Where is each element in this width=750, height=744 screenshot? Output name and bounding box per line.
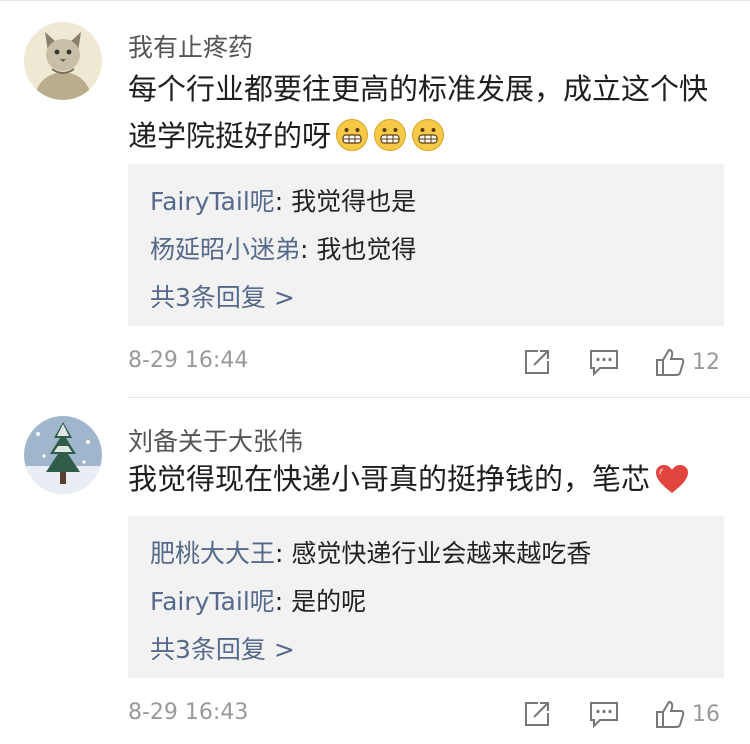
- snowy-tree-avatar-image: [24, 416, 102, 494]
- like-button[interactable]: 12: [654, 342, 720, 382]
- reply-author[interactable]: 杨延昭小迷弟: [150, 235, 300, 264]
- reply-author[interactable]: FairyTail呢: [150, 187, 275, 216]
- cat-avatar-image: [24, 22, 102, 100]
- comment-text: 我觉得现在快递小哥真的挺挣钱的，笔芯: [128, 462, 651, 496]
- avatar[interactable]: [24, 22, 102, 100]
- reply-text: : 是的呢: [274, 587, 367, 616]
- reply-text: : 我觉得也是: [274, 187, 417, 216]
- share-icon: [525, 702, 549, 726]
- red-heart-icon: [654, 462, 690, 509]
- reply-item[interactable]: 杨延昭小迷弟: 我也觉得: [150, 230, 416, 266]
- thumbs-up-icon: [656, 348, 685, 376]
- top-divider: [0, 0, 750, 1]
- grinning-face-icon: [335, 118, 369, 166]
- reply-item[interactable]: FairyTail呢: 我觉得也是: [150, 182, 416, 218]
- comment-time: 8-29 16:43: [128, 700, 249, 725]
- comment-text-block: 每个行业都要往更高的标准发展，成立这个快递学院挺好的呀: [128, 66, 728, 166]
- like-count: 12: [692, 349, 720, 375]
- comment-icon: [590, 350, 618, 377]
- comment-footer: 8-29 16:43 16: [128, 694, 724, 734]
- view-all-replies-link[interactable]: 共3条回复 >: [150, 630, 295, 666]
- avatar[interactable]: [24, 416, 102, 494]
- like-count: 16: [692, 701, 720, 727]
- reply-author[interactable]: FairyTail呢: [150, 587, 275, 616]
- comment-button[interactable]: [588, 342, 620, 382]
- comment-username[interactable]: 我有止疼药: [128, 28, 253, 64]
- like-button[interactable]: 16: [654, 694, 720, 734]
- reply-text: : 感觉快递行业会越来越吃香: [275, 539, 592, 568]
- share-button[interactable]: [522, 342, 552, 382]
- share-icon: [525, 350, 549, 374]
- comment-text-block: 我觉得现在快递小哥真的挺挣钱的，笔芯: [128, 456, 728, 509]
- comment-icon: [590, 702, 618, 729]
- view-all-replies-link[interactable]: 共3条回复 >: [150, 278, 295, 314]
- comment-username[interactable]: 刘备关于大张伟: [128, 422, 303, 458]
- comment-time: 8-29 16:44: [128, 348, 249, 373]
- comment-divider: [128, 397, 750, 398]
- reply-item[interactable]: FairyTail呢: 是的呢: [150, 582, 366, 618]
- reply-item[interactable]: 肥桃大大王: 感觉快递行业会越来越吃香: [150, 534, 591, 570]
- replies-box[interactable]: 肥桃大大王: 感觉快递行业会越来越吃香 FairyTail呢: 是的呢 共3条回…: [128, 516, 724, 678]
- replies-box[interactable]: FairyTail呢: 我觉得也是 杨延昭小迷弟: 我也觉得 共3条回复 >: [128, 164, 724, 326]
- grinning-face-icon: [411, 118, 445, 166]
- thumbs-up-icon: [656, 700, 685, 728]
- comment-footer: 8-29 16:44 12: [128, 342, 724, 382]
- grinning-face-icon: [373, 118, 407, 166]
- share-button[interactable]: [522, 694, 552, 734]
- comment-button[interactable]: [588, 694, 620, 734]
- reply-text: : 我也觉得: [300, 235, 417, 264]
- reply-author[interactable]: 肥桃大大王: [150, 539, 275, 568]
